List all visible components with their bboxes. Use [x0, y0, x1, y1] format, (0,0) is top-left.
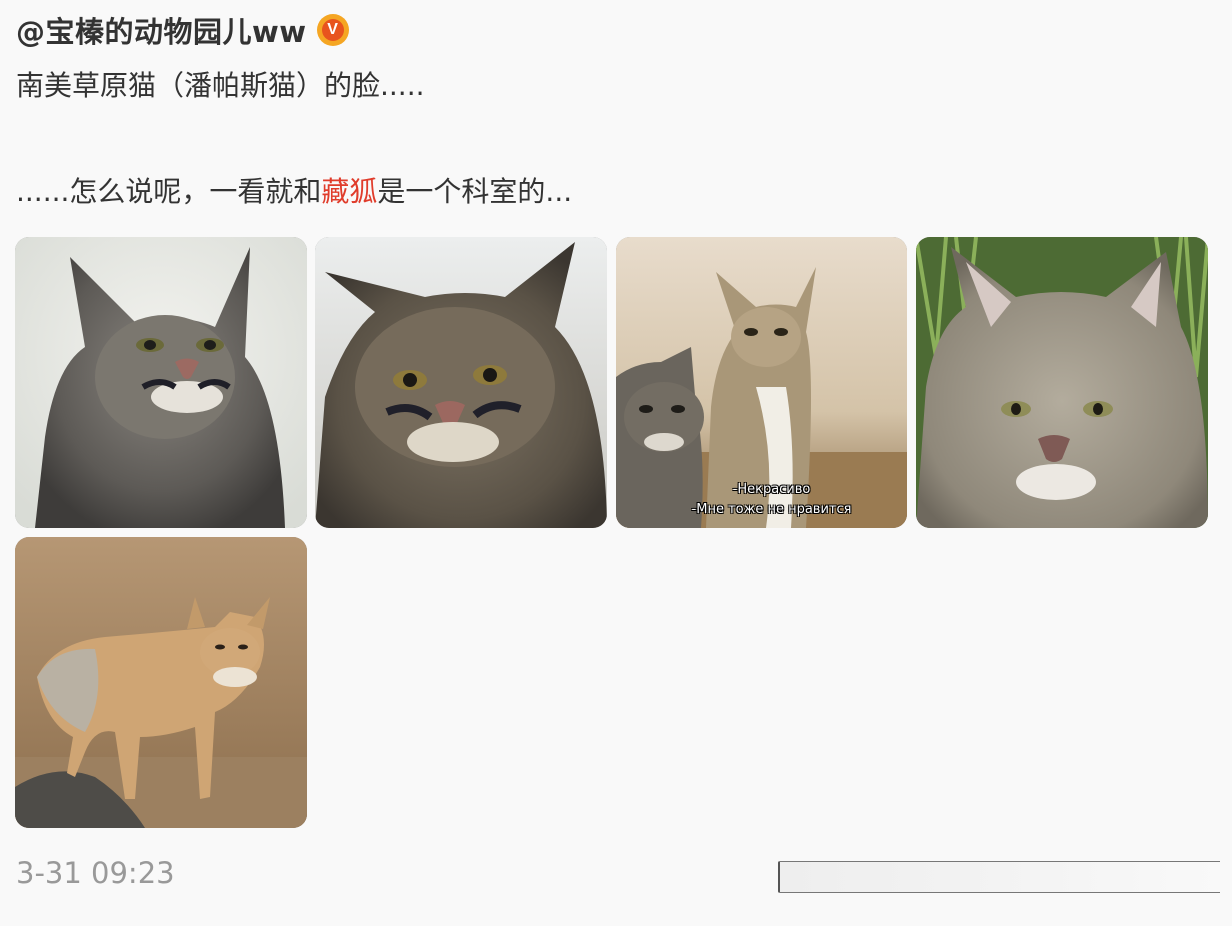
post-image-5[interactable] [15, 537, 307, 828]
post-header: @宝榛的动物园儿ww V [16, 10, 349, 50]
meme-caption-line2: -Мне тоже не нравится [691, 502, 852, 517]
post-text-line2-after: 是一个科室的... [377, 175, 573, 208]
post-timestamp[interactable]: 3-31 09:23 [16, 856, 175, 890]
cat-in-grass-photo [916, 237, 1208, 528]
post-image-2[interactable] [315, 237, 607, 528]
action-bar[interactable] [778, 861, 1220, 893]
post-image-3[interactable]: -Некрасиво -Мне тоже не нравится [616, 237, 907, 528]
verified-badge-icon: V [316, 14, 349, 46]
post-image-1[interactable] [15, 237, 307, 528]
post-text-line2: ......怎么说呢，一看就和藏狐是一个科室的... [16, 170, 572, 210]
post-text-line2-before: ......怎么说呢，一看就和 [16, 175, 322, 208]
hashtag-link[interactable]: 藏狐 [321, 175, 377, 208]
author-name[interactable]: @宝榛的动物园儿ww [16, 9, 307, 51]
fox-photo [15, 537, 307, 828]
cat-photo-1 [15, 237, 307, 528]
post-text-line1: 南美草原猫（潘帕斯猫）的脸..... [16, 69, 425, 102]
cat-photo-2 [315, 237, 607, 528]
verified-badge-label: V [321, 19, 344, 41]
post-image-4[interactable] [916, 237, 1208, 528]
meme-caption-line1: -Некрасиво [732, 482, 811, 497]
